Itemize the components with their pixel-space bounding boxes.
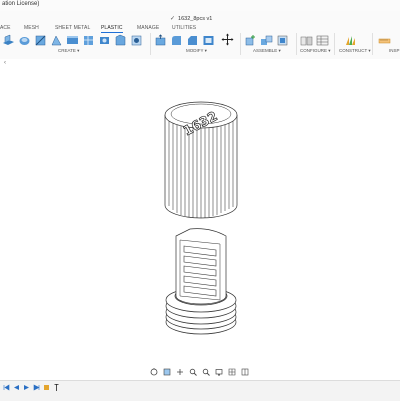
sweep-icon[interactable] [34,34,47,47]
fit-icon[interactable] [202,368,210,376]
move-icon[interactable] [221,33,234,46]
offset-plane-icon[interactable] [344,34,357,47]
tab-sheet-metal[interactable]: SHEET METAL [55,25,90,31]
window-title: ation License) [2,1,40,7]
slotted-insert [165,228,237,335]
construct-group-label[interactable]: CONSTRUCT ▾ [339,48,371,54]
tab-mesh[interactable]: MESH [24,25,39,31]
model-render: 1632 [164,101,238,335]
tab-plastic[interactable]: PLASTIC [101,25,123,33]
web-icon[interactable] [82,34,95,47]
ribbon-divider [150,33,151,55]
document-tab-label: 1632_8pcs v1 [178,15,213,22]
measure-icon[interactable] [378,34,391,47]
as-built-joint-icon[interactable] [276,34,289,47]
joint-icon[interactable] [260,34,273,47]
tab-manage[interactable]: MANAGE [137,25,159,31]
ribbon-divider [240,33,241,55]
new-component-icon[interactable] [244,34,257,47]
look-at-icon[interactable] [163,368,171,376]
timeline-marker-icon[interactable] [53,384,60,391]
ribbon-divider [334,33,335,55]
configuration-table-icon[interactable] [316,34,329,47]
create-group-label[interactable]: CREATE ▾ [58,48,79,54]
revolve-icon[interactable] [18,34,31,47]
loft-icon[interactable] [50,34,63,47]
timeline-feature-icon[interactable] [43,384,50,391]
zoom-icon[interactable] [189,368,197,376]
step-forward-icon[interactable] [33,384,40,391]
ribbon-divider [372,33,373,55]
chamfer-icon[interactable] [186,34,199,47]
step-back-icon[interactable] [13,384,20,391]
snap-fit-icon[interactable] [114,34,127,47]
ribbon-divider [296,33,297,55]
saved-check-icon: ✓ [170,16,176,22]
tab-surface[interactable]: ACE [0,25,11,31]
play-icon[interactable] [23,384,30,391]
configure-icon[interactable] [300,34,313,47]
fillet-icon[interactable] [170,34,183,47]
go-to-start-icon[interactable] [3,384,10,391]
browser-collapse-toggle[interactable]: ‹ [4,60,6,66]
timeline-bar [0,380,400,401]
rib-icon[interactable] [66,34,79,47]
grid-settings-icon[interactable] [228,368,236,376]
navigation-bar [150,368,249,376]
tab-utilities[interactable]: UTILITIES [172,25,196,31]
orbit-icon[interactable] [150,368,158,376]
hole-icon[interactable] [130,34,143,47]
display-settings-icon[interactable] [215,368,223,376]
design-viewport[interactable]: 1632 [0,59,400,365]
assemble-group-label[interactable]: ASSEMBLE ▾ [253,48,281,54]
modify-group-label[interactable]: MODIFY ▾ [186,48,207,54]
shell-icon[interactable] [202,34,215,47]
extrude-icon[interactable] [2,34,15,47]
boss-icon[interactable] [98,34,111,47]
press-pull-icon[interactable] [154,34,167,47]
pan-icon[interactable] [176,368,184,376]
viewports-icon[interactable] [241,368,249,376]
configure-group-label[interactable]: CONFIGURE ▾ [300,48,331,54]
inspect-group-label[interactable]: INSP [389,48,400,53]
